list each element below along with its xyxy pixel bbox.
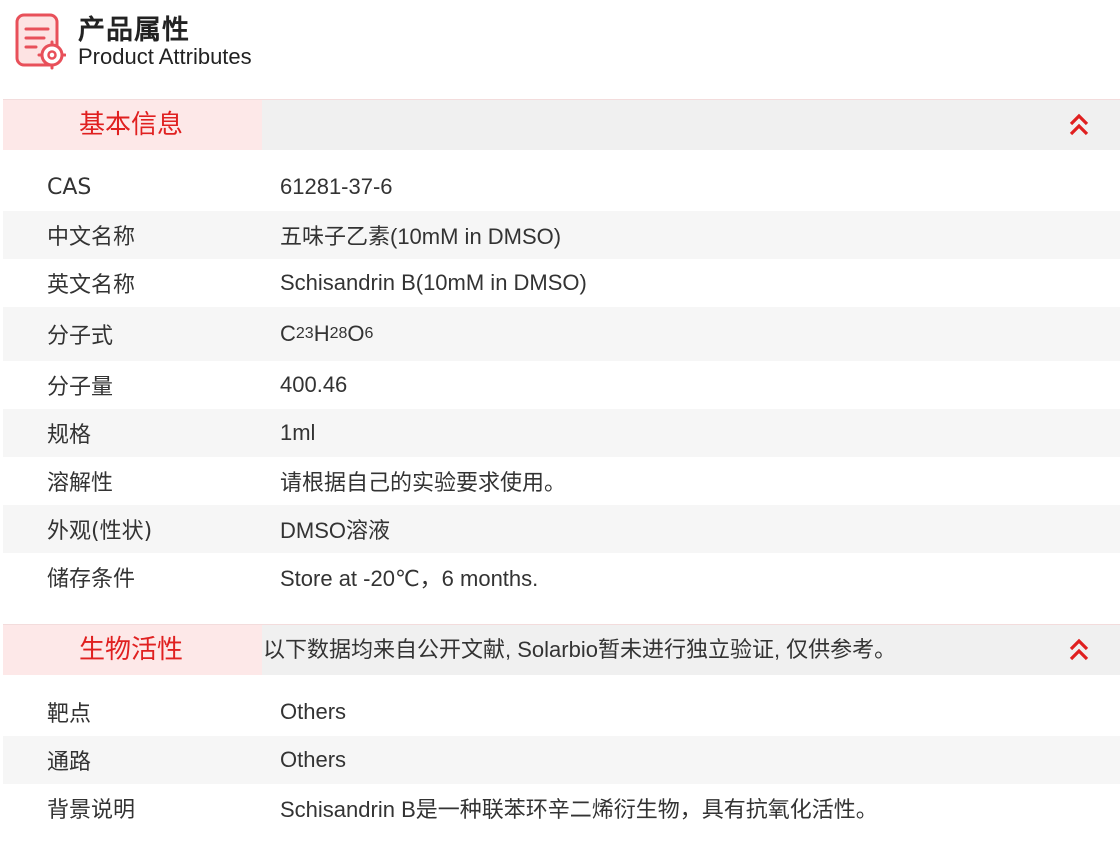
- attr-value-background: Schisandrin B是一种联苯环辛二烯衍生物，具有抗氧化活性。: [280, 797, 878, 822]
- table-row: 分子量 400.46: [3, 361, 1120, 409]
- attr-key-chinese-name: 中文名称: [47, 225, 136, 250]
- table-row: 外观(性状) DMSO溶液: [3, 505, 1120, 553]
- attr-key-english-name: 英文名称: [47, 273, 136, 298]
- attr-value-storage: Store at -20℃，6 months.: [280, 566, 539, 591]
- document-gear-icon: [15, 13, 66, 70]
- attr-value-target: Others: [280, 699, 347, 724]
- formula-element: C: [280, 321, 296, 346]
- attr-key-pathway: 通路: [47, 750, 92, 775]
- attr-key-molecular-weight: 分子量: [47, 375, 114, 400]
- section-header-basic-info[interactable]: 基本信息: [3, 99, 1120, 150]
- section-label-bioactivity: 生物活性: [3, 625, 262, 675]
- table-row: CAS 61281-37-6: [3, 163, 1120, 211]
- table-row: 储存条件 Store at -20℃，6 months.: [3, 553, 1120, 601]
- page-title: 产品属性: [78, 15, 190, 46]
- table-row: 中文名称 五味子乙素(10mM in DMSO): [3, 211, 1120, 259]
- section-label-basic-info: 基本信息: [3, 100, 262, 150]
- attr-key-cas: CAS: [47, 174, 92, 200]
- bioactivity-table: 靶点 Others 通路 Others 背景说明 Schisandrin B是一…: [3, 688, 1120, 832]
- double-chevron-up-icon[interactable]: [1066, 637, 1092, 663]
- attr-key-storage: 储存条件: [47, 567, 136, 592]
- table-row: 通路 Others: [3, 736, 1120, 784]
- attr-key-solubility: 溶解性: [47, 471, 114, 496]
- basic-info-table: CAS 61281-37-6 中文名称 五味子乙素(10mM in DMSO) …: [3, 163, 1120, 601]
- table-row: 分子式 C 23 H 28 O 6: [3, 307, 1120, 361]
- attr-key-formula: 分子式: [47, 324, 114, 349]
- attr-key-spec: 规格: [47, 423, 92, 448]
- table-row: 靶点 Others: [3, 688, 1120, 736]
- double-chevron-up-icon[interactable]: [1066, 112, 1092, 138]
- attr-value-cas: 61281-37-6: [280, 174, 393, 199]
- attr-value-molecular-weight: 400.46: [280, 372, 348, 397]
- attr-key-background: 背景说明: [47, 798, 136, 823]
- attr-value-spec: 1ml: [280, 420, 316, 445]
- page-header: 产品属性 Product Attributes: [0, 0, 1120, 98]
- section-disclaimer: 以下数据均来自公开文献, Solarbio暂未进行独立验证, 仅供参考。: [263, 637, 897, 662]
- table-row: 规格 1ml: [3, 409, 1120, 457]
- table-row: 背景说明 Schisandrin B是一种联苯环辛二烯衍生物，具有抗氧化活性。: [3, 784, 1120, 832]
- formula-element: H: [313, 321, 330, 346]
- table-row: 溶解性 请根据自己的实验要求使用。: [3, 457, 1120, 505]
- attr-value-english-name: Schisandrin B(10mM in DMSO): [280, 270, 587, 295]
- attr-value-chinese-name: 五味子乙素(10mM in DMSO): [280, 224, 562, 249]
- attr-key-target: 靶点: [47, 702, 92, 727]
- table-row: 英文名称 Schisandrin B(10mM in DMSO): [3, 259, 1120, 307]
- attr-value-pathway: Others: [280, 747, 347, 772]
- attr-key-appearance: 外观(性状): [47, 519, 153, 544]
- page-subtitle: Product Attributes: [78, 44, 252, 69]
- section-header-bioactivity[interactable]: 生物活性 以下数据均来自公开文献, Solarbio暂未进行独立验证, 仅供参考…: [3, 624, 1120, 675]
- attr-value-formula: C 23 H 28 O 6: [280, 321, 374, 346]
- attr-value-solubility: 请根据自己的实验要求使用。: [280, 470, 567, 495]
- attr-value-appearance: DMSO溶液: [280, 518, 391, 543]
- formula-element: O: [347, 321, 365, 346]
